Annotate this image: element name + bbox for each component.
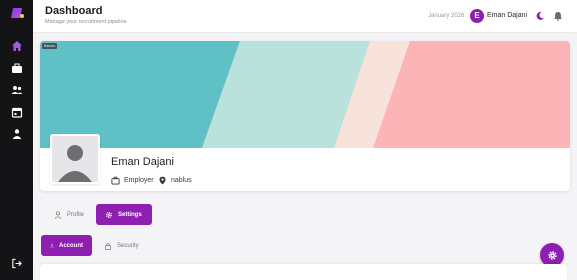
banner-badge: Banner [42,43,58,49]
tab-account[interactable]: Account [41,235,92,256]
profile-role: Employer [111,176,154,185]
settings-panel [40,264,567,280]
briefcase-icon[interactable] [11,62,23,74]
moon-icon[interactable] [535,11,545,21]
page-subtitle: Manage your recruitment pipeline [45,19,127,25]
calendar-icon[interactable] [11,106,23,118]
tab-profile-label: Profile [67,211,85,218]
bell-icon[interactable] [553,11,563,21]
gear-icon [105,211,113,218]
home-icon[interactable] [11,40,23,52]
lock-icon [105,242,111,250]
profile-card: Banner Eman Dajani Employer nablus [40,41,570,191]
tab-security[interactable]: Security [95,235,148,256]
page-title: Dashboard [45,5,103,17]
app-root: Dashboard Manage your recruitment pipeli… [0,0,577,280]
user-outline-icon [50,243,54,248]
location-pin-icon [159,176,166,185]
gear-icon [547,250,557,260]
current-date: January 2026 [428,13,465,19]
profile-location: nablus [158,176,192,185]
sidebar [0,0,33,280]
user-outline-icon [54,210,62,219]
avatar[interactable]: E [470,9,484,23]
tab-settings[interactable]: Settings [96,204,152,225]
logout-icon[interactable] [11,258,22,269]
user-name[interactable]: Eman Dajani [487,12,527,19]
profile-banner[interactable]: Banner [40,41,570,148]
briefcase-outline-icon [111,176,120,185]
profile-role-label: Employer [124,177,154,184]
profile-photo[interactable] [50,134,100,184]
profile-location-label: nablus [171,177,192,184]
app-logo[interactable] [10,7,24,19]
profile-name: Eman Dajani [111,156,174,168]
user-icon[interactable] [11,128,23,140]
tab-security-label: Security [117,242,139,249]
tab-settings-label: Settings [118,211,142,218]
tab-profile[interactable]: Profile [45,204,93,225]
top-header: Dashboard Manage your recruitment pipeli… [33,0,577,33]
users-icon[interactable] [11,84,23,96]
tab-account-label: Account [59,242,83,249]
